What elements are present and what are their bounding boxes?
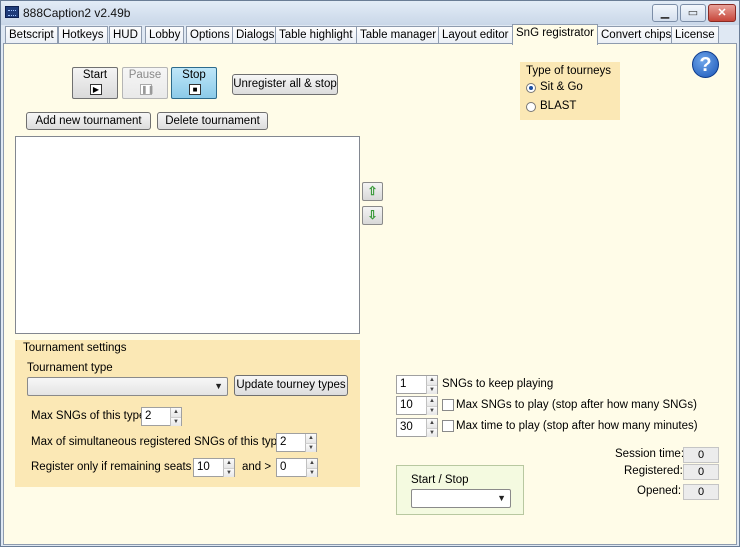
blast-radio[interactable]: [526, 102, 536, 112]
tab-hud[interactable]: HUD: [109, 26, 142, 44]
remaining-gt-value: 0: [280, 461, 287, 473]
help-icon[interactable]: ?: [692, 51, 719, 78]
spin-up-icon[interactable]: ▲: [223, 459, 234, 468]
sng-registrator-panel: Start ▶ Pause ❚❚ Stop ■ Unregister all &…: [3, 43, 737, 545]
max-sngs-checkbox[interactable]: [442, 399, 454, 411]
remaining-seats-label: Register only if remaining seats <: [31, 461, 202, 473]
start-stop-group: Start / Stop ▼: [396, 465, 524, 515]
tab-hotkeys[interactable]: Hotkeys: [58, 26, 108, 44]
tab-dialogs[interactable]: Dialogs: [232, 26, 279, 44]
stop-icon: ■: [189, 84, 201, 95]
max-simultaneous-label: Max of simultaneous registered SNGs of t…: [31, 436, 284, 448]
sit-and-go-radio[interactable]: [526, 83, 536, 93]
remaining-gt-stepper[interactable]: 0 ▲ ▼: [276, 458, 318, 477]
spin-down-icon[interactable]: ▼: [426, 428, 437, 437]
registered-label: Registered:: [624, 465, 683, 477]
tournament-settings-group: Tournament settings Tournament type ▼ Up…: [15, 340, 360, 487]
max-sngs-label: Max SNGs to play (stop after how many SN…: [456, 399, 697, 411]
move-down-button[interactable]: ⇩: [362, 206, 383, 225]
spin-up-icon[interactable]: ▲: [426, 376, 437, 385]
tab-table-manager[interactable]: Table manager: [356, 26, 441, 44]
and-label: and >: [242, 461, 272, 473]
tab-lobby[interactable]: Lobby: [145, 26, 185, 44]
tab-bar: Betscript Hotkeys HUD Lobby Options Dial…: [3, 24, 737, 45]
tab-options[interactable]: Options: [186, 26, 234, 44]
window-title: 888Caption2 v2.49b: [23, 6, 131, 20]
opened-label: Opened:: [637, 485, 682, 497]
start-button[interactable]: Start ▶: [72, 67, 118, 99]
spin-down-icon[interactable]: ▼: [426, 385, 437, 394]
max-time-checkbox[interactable]: [442, 420, 454, 432]
pause-icon: ❚❚: [140, 84, 155, 95]
spin-down-icon[interactable]: ▼: [305, 443, 316, 452]
session-time-label: Session time:: [615, 448, 685, 460]
update-tourney-types-button[interactable]: Update tourney types: [234, 375, 348, 396]
remaining-lt-stepper[interactable]: 10 ▲ ▼: [193, 458, 235, 477]
spin-up-icon[interactable]: ▲: [305, 434, 316, 443]
sit-and-go-label: Sit & Go: [540, 81, 583, 93]
max-time-value: 30: [400, 421, 413, 433]
max-time-label: Max time to play (stop after how many mi…: [456, 420, 698, 432]
spin-down-icon[interactable]: ▼: [426, 406, 437, 415]
spin-up-icon[interactable]: ▲: [426, 419, 437, 428]
pause-label: Pause: [128, 69, 162, 81]
app-icon: [5, 6, 19, 18]
spin-down-icon[interactable]: ▼: [223, 468, 234, 477]
title-bar: 888Caption2 v2.49b ▁ ▭ ✕: [1, 1, 739, 25]
tab-sng-registrator[interactable]: SnG registrator: [512, 24, 598, 45]
tournament-settings-label: Tournament settings: [23, 342, 127, 354]
keep-playing-value: 1: [400, 378, 407, 390]
chevron-down-icon: ▼: [214, 381, 223, 391]
tournament-type-dropdown[interactable]: ▼: [27, 377, 228, 396]
spin-up-icon[interactable]: ▲: [426, 397, 437, 406]
tournament-list[interactable]: [15, 136, 360, 334]
tourney-type-label: Type of tourneys: [526, 65, 612, 77]
spin-down-icon[interactable]: ▼: [170, 417, 181, 426]
registered-value: 0: [683, 464, 719, 480]
max-time-stepper[interactable]: 30 ▲ ▼: [396, 418, 438, 437]
max-sngs-type-value: 2: [145, 410, 152, 422]
session-time-value: 0: [683, 447, 719, 463]
tab-betscript[interactable]: Betscript: [5, 26, 58, 44]
spin-up-icon[interactable]: ▲: [170, 408, 181, 417]
max-simultaneous-value: 2: [280, 436, 287, 448]
pause-button[interactable]: Pause ❚❚: [122, 67, 168, 99]
unregister-all-button[interactable]: Unregister all & stop: [232, 74, 338, 95]
keep-playing-label: SNGs to keep playing: [442, 378, 554, 390]
start-label: Start: [82, 69, 108, 81]
remaining-lt-value: 10: [197, 461, 210, 473]
chevron-down-icon: ▼: [497, 493, 506, 503]
spin-up-icon[interactable]: ▲: [306, 459, 317, 468]
minimize-button[interactable]: ▁: [652, 4, 678, 22]
tab-table-highlight[interactable]: Table highlight: [275, 26, 357, 44]
opened-value: 0: [683, 484, 719, 500]
max-simultaneous-stepper[interactable]: 2 ▲ ▼: [276, 433, 317, 452]
max-sngs-type-stepper[interactable]: 2 ▲ ▼: [141, 407, 182, 426]
max-sngs-type-label: Max SNGs of this type: [31, 410, 146, 422]
app-window: 888Caption2 v2.49b ▁ ▭ ✕ Betscript Hotke…: [0, 0, 740, 547]
tab-layout-editor[interactable]: Layout editor: [438, 26, 513, 44]
max-sngs-stepper[interactable]: 10 ▲ ▼: [396, 396, 438, 415]
restore-button[interactable]: ▭: [680, 4, 706, 22]
stop-button[interactable]: Stop ■: [171, 67, 217, 99]
start-stop-dropdown[interactable]: ▼: [411, 489, 511, 508]
start-stop-label: Start / Stop: [411, 474, 469, 486]
play-icon: ▶: [90, 84, 102, 95]
close-button[interactable]: ✕: [708, 4, 736, 22]
blast-label: BLAST: [540, 100, 577, 112]
tournament-type-label: Tournament type: [27, 362, 113, 374]
stop-label: Stop: [182, 69, 206, 81]
max-sngs-value: 10: [400, 399, 413, 411]
tourney-type-group: Type of tourneys Sit & Go BLAST: [520, 62, 620, 120]
delete-tournament-button[interactable]: Delete tournament: [157, 112, 268, 130]
add-tournament-button[interactable]: Add new tournament: [26, 112, 151, 130]
tab-convert-chips[interactable]: Convert chips: [597, 26, 676, 44]
spin-down-icon[interactable]: ▼: [306, 468, 317, 477]
tab-license[interactable]: License: [671, 26, 719, 44]
keep-playing-stepper[interactable]: 1 ▲ ▼: [396, 375, 438, 394]
move-up-button[interactable]: ⇧: [362, 182, 383, 201]
